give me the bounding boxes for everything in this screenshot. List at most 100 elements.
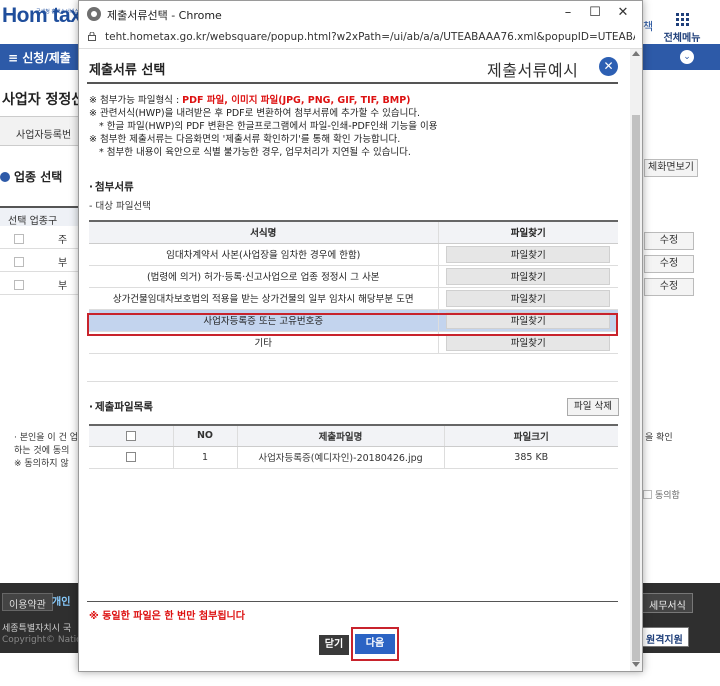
industry-table-header: 선택 업종구 [0,206,78,227]
attach-section-title: 첨부서류 [89,179,134,194]
table-row: 임대차계약서 사본(사업장을 임차한 경우에 한함) 파일찾기 [89,243,618,266]
maximize-icon[interactable]: ☐ [584,4,606,22]
table-row: 주 [0,226,78,249]
window-titlebar[interactable]: 제출서류선택 - Chrome – ☐ ✕ [79,1,642,27]
bottom-divider [87,601,618,602]
tax-forms-link[interactable]: 세무서식 [642,593,693,613]
scroll-down-icon[interactable] [632,662,640,667]
file-row-checkbox[interactable] [125,452,136,462]
select-all-checkbox[interactable] [125,430,136,441]
file-size: 385 KB [443,446,618,469]
guide-line: * 한글 파일(HWP)의 PDF 변환은 한글프로그램에서 파일-인쇄-PDF… [99,121,438,132]
file-size-header: 파일크기 [443,424,618,447]
agree-checkbox[interactable]: 동의함 [643,488,680,501]
close-button[interactable]: 닫기 [319,635,349,655]
submitted-files-table: NO 제출파일명 파일크기 1 사업자등록증(예디자인)-20180426.jp… [89,424,618,469]
background-industry-table: 선택 업종구 주 부 부 [0,206,78,295]
all-menu-label: 전체메뉴 [663,33,701,44]
edit-button[interactable]: 수정 [644,255,694,273]
row-type: 주 [58,235,68,246]
target-files-label: - 대상 파일선택 [89,201,151,212]
scrollbar-thumb[interactable] [632,115,640,661]
guide-line: * 첨부한 내용이 육안으로 식별 불가능한 경우, 업무처리가 지연될 수 있… [99,147,411,158]
row-type: 부 [58,281,68,292]
popup-window: 제출서류선택 - Chrome – ☐ ✕ teht.hometax.go.kr… [78,0,643,672]
background-page-title: 사업자 정정신 [2,92,85,108]
address-bar[interactable]: teht.hometax.go.kr/websquare/popup.html?… [79,27,642,49]
delete-file-button[interactable]: 파일 삭제 [567,398,619,416]
file-name: 사업자등록증(예디자인)-20180426.jpg [236,446,444,469]
industry-section-title: 업종 선택 [0,168,62,185]
footer-copyright: Copyright© Natio [2,635,82,645]
document-example-link[interactable]: 제출서류예시 [487,57,578,81]
find-file-header: 파일찾기 [437,220,618,244]
files-section-title: 제출파일목록 [89,399,153,414]
guide-line: ※ 첨부한 제출서류는 다음화면의 '제출서류 확인하기'를 통해 확인 가능합… [89,134,401,145]
notice-line: ※ 동의하지 않 [14,459,69,469]
table-row: 상가건물임대차보호법의 적용을 받는 상가건물의 일부 임차시 해당부분 도면 … [89,287,618,310]
selection-highlight-box [87,313,618,336]
agree-label: 동의함 [655,491,680,501]
popup-content: 제출서류 선택 제출서류예시 ✕ ※ 첨부가능 파일형식 : PDF 파일, 이… [79,49,630,671]
minimize-icon[interactable]: – [557,4,579,22]
footer-address: 세종특별자치시 국 [2,624,72,634]
window-title: 제출서류선택 - Chrome [107,9,222,22]
privacy-link[interactable]: 개인 [52,593,70,608]
edit-button[interactable]: 수정 [644,278,694,296]
table-row: (법령에 의거) 허가·등록·신고사업으로 업종 정정시 그 사본 파일찾기 [89,265,618,288]
bullet-icon [0,172,10,182]
guide-prefix: ※ 첨부가능 파일형식 : [89,95,183,106]
find-file-button[interactable]: 파일찾기 [446,333,611,351]
business-number-label: 사업자등록번 [0,116,78,146]
chrome-icon [87,7,101,21]
notice-line: · 본인을 이 건 업 [14,433,78,443]
row-type: 부 [58,258,68,269]
title-divider [87,82,618,84]
dialog-title: 제출서류 선택 [89,63,166,78]
notice-line: 하는 것에 동의 [14,446,70,456]
document-name: (법령에 의거) 허가·등록·신고사업으로 업종 정정시 그 사본 [89,265,438,288]
nav-menu-label[interactable]: ≡ 신청/제출 [8,49,71,66]
lock-icon [88,32,96,41]
document-name: 상가건물임대차보호법의 적용을 받는 상가건물의 일부 임차시 해당부분 도면 [89,287,438,310]
edit-button[interactable]: 수정 [644,232,694,250]
background-notice: · 본인을 이 건 업 하는 것에 동의 ※ 동의하지 않 [14,432,78,471]
file-no: 1 [172,446,237,469]
close-icon[interactable]: ✕ [612,4,634,22]
row-checkbox[interactable] [14,257,24,267]
next-button[interactable]: 다음 [355,634,395,654]
file-name-header: 제출파일명 [236,424,444,447]
row-checkbox[interactable] [14,280,24,290]
header-partial-menu[interactable]: 책 [643,18,653,34]
table-row: 1 사업자등록증(예디자인)-20180426.jpg 385 KB [89,446,618,469]
document-name: 임대차계약서 사본(사업장을 임차한 경우에 한함) [89,243,438,266]
allowed-formats: PDF 파일, 이미지 파일(JPG, PNG, GIF, TIF, BMP) [182,95,411,106]
scroll-up-icon[interactable] [632,51,640,56]
industry-title-text: 업종 선택 [14,170,63,184]
terms-link[interactable]: 이용약관 [2,593,53,611]
dialog-close-icon[interactable]: ✕ [599,57,618,76]
duplicate-file-warning: ※ 동일한 파일은 한 번만 첨부됩니다 [89,611,245,622]
grid-menu-icon [675,13,689,26]
no-header: NO [172,424,237,447]
section-divider [87,381,618,382]
row-checkbox[interactable] [14,234,24,244]
find-file-button[interactable]: 파일찾기 [446,245,611,263]
find-file-button[interactable]: 파일찾기 [446,289,611,307]
form-name-header: 서식명 [89,220,438,244]
table-row: 부 [0,249,78,272]
logo-subtext: 국세청 홈택스서비스 [36,9,79,15]
guide-line: ※ 첨부가능 파일형식 : PDF 파일, 이미지 파일(JPG, PNG, G… [89,94,619,107]
find-file-button[interactable]: 파일찾기 [446,267,611,285]
notice-right-text: 을 확인 [645,433,673,443]
view-full-screen-button[interactable]: 체화면보기 [644,159,698,177]
upload-guide: ※ 첨부가능 파일형식 : PDF 파일, 이미지 파일(JPG, PNG, G… [89,94,619,159]
vertical-scrollbar[interactable] [630,49,642,671]
url-text[interactable]: teht.hometax.go.kr/websquare/popup.html?… [105,31,635,43]
guide-line: ※ 관련서식(HWP)을 내려받은 후 PDF로 변환하여 첨부서류에 추가할 … [89,108,421,119]
table-row: 부 [0,272,78,295]
agree-box[interactable] [643,490,652,499]
chevron-down-icon[interactable]: ⌄ [680,50,694,64]
remote-support-button[interactable]: 원격지원 [640,627,689,647]
all-menu-button[interactable]: 전체메뉴 [660,8,704,44]
